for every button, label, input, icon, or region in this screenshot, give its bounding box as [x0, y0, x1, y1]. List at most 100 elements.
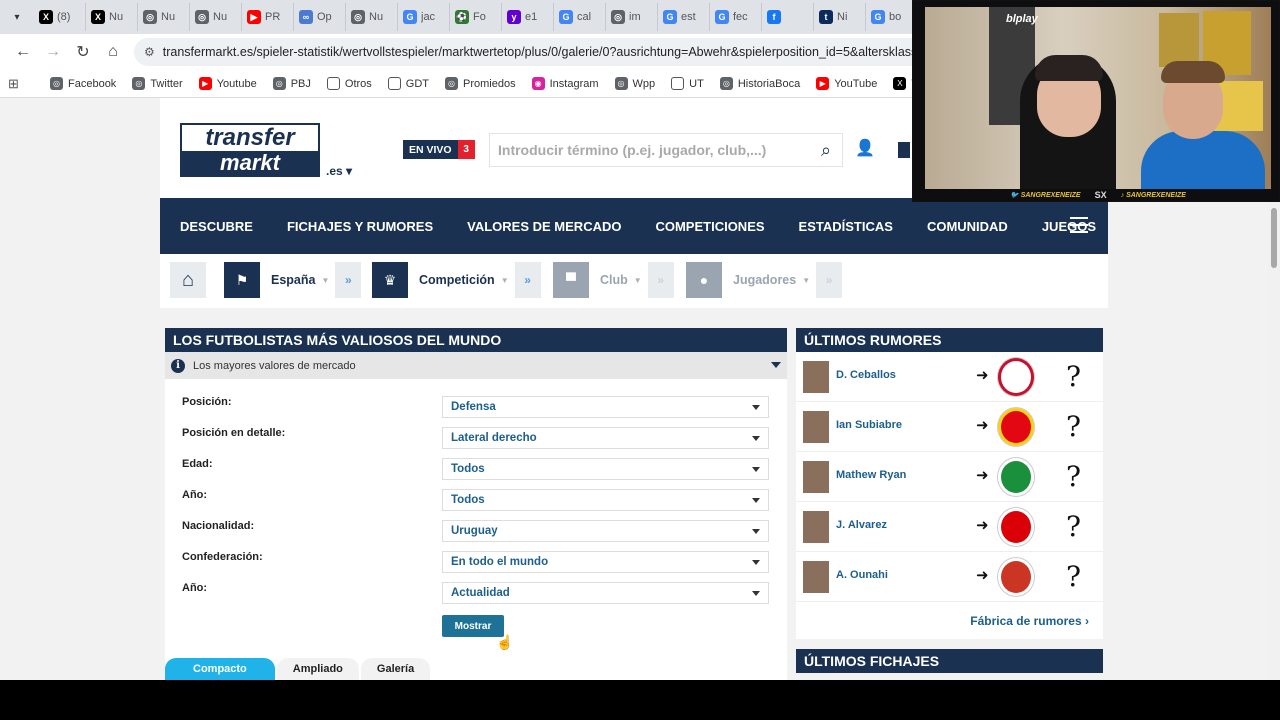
browser-tab[interactable]: Gfec [710, 3, 762, 31]
player-name-link[interactable]: J. Alvarez [836, 519, 887, 531]
collapse-caret-icon[interactable] [771, 362, 781, 368]
browser-tab[interactable]: X (8) [34, 3, 86, 31]
breadcrumb-home[interactable]: ⌂ [170, 262, 206, 298]
bookmark-item[interactable]: ◎ Wpp [609, 73, 662, 95]
bookmark-item[interactable]: ◎ Promiedos [439, 73, 522, 95]
rumor-row[interactable]: D. Ceballos ➜? [796, 352, 1103, 402]
nav-item[interactable]: DESCUBRE [180, 219, 253, 234]
filter-select[interactable]: Uruguay [442, 520, 769, 542]
browser-tab[interactable]: Gest [658, 3, 710, 31]
live-matches-badge[interactable]: EN VIVO 3 [403, 140, 475, 159]
browser-tab[interactable]: y e1 [502, 3, 554, 31]
breadcrumb-item[interactable]: ▀ Club ▼ » [553, 262, 674, 298]
bookmark-item[interactable]: ▶ Youtube [193, 73, 263, 95]
browser-tab[interactable]: f [762, 3, 814, 31]
site-settings-icon[interactable]: ⚙ [144, 45, 155, 59]
club-crest[interactable] [998, 408, 1034, 446]
filter-select[interactable]: Todos [442, 489, 769, 511]
reload-icon[interactable]: ↻ [68, 37, 98, 67]
channel-logo: SX [1094, 190, 1107, 200]
browser-tab[interactable]: t Ni [814, 3, 866, 31]
browser-tab[interactable]: ▶ PR [242, 3, 294, 31]
rumor-row[interactable]: Mathew Ryan ➜? [796, 452, 1103, 502]
breadcrumb-item[interactable]: ⚑ España ▼ » [224, 262, 362, 298]
player-name-link[interactable]: A. Ounahi [836, 569, 888, 581]
browser-tab[interactable]: ∞ Op [294, 3, 346, 31]
tab-compacto[interactable]: Compacto [165, 658, 275, 680]
club-crest[interactable] [998, 558, 1034, 596]
filter-select[interactable]: En todo el mundo [442, 551, 769, 573]
search-placeholder: Introducir término (p.ej. jugador, club,… [498, 142, 767, 158]
nav-item[interactable]: COMUNIDAD [927, 219, 1008, 234]
player-name-link[interactable]: D. Ceballos [836, 369, 896, 381]
hamburger-menu-icon[interactable] [1070, 217, 1088, 233]
browser-tab[interactable]: Gjac [398, 3, 450, 31]
nav-item[interactable]: VALORES DE MERCADO [467, 219, 621, 234]
search-icon[interactable]: ⌕ [810, 140, 842, 161]
bookmark-item[interactable]: ◎ Twitter [126, 73, 188, 95]
nav-item[interactable]: FICHAJES Y RUMORES [287, 219, 433, 234]
back-arrow-icon[interactable]: ← [8, 37, 38, 67]
browser-tab-label: fec [733, 11, 748, 23]
browser-tab[interactable]: Gcal [554, 3, 606, 31]
player-photo[interactable] [803, 461, 829, 493]
bookmark-item[interactable]: ◎ HistoriaBoca [714, 73, 806, 95]
bookmark-item[interactable]: GDT [382, 73, 435, 95]
filter-select[interactable]: Defensa [442, 396, 769, 418]
forward-arrow-icon[interactable]: → [38, 37, 68, 67]
player-name-link[interactable]: Ian Subiabre [836, 419, 902, 431]
rumor-row[interactable]: Ian Subiabre ➜? [796, 402, 1103, 452]
browser-tab[interactable]: ◎ im [606, 3, 658, 31]
club-crest[interactable] [998, 358, 1034, 396]
bookmark-item[interactable]: ◎ PBJ [267, 73, 317, 95]
scrollbar-thumb[interactable] [1271, 208, 1277, 268]
bookmark-item[interactable]: ◎ Facebook [44, 73, 122, 95]
bookmark-icon[interactable] [898, 142, 910, 158]
browser-tab[interactable]: ⚽ Fo [450, 3, 502, 31]
nav-item[interactable]: ESTADÍSTICAS [799, 219, 893, 234]
browser-tab-label: est [681, 11, 696, 23]
filter-select[interactable]: Todos [442, 458, 769, 480]
bookmark-item[interactable]: UT [665, 73, 710, 95]
home-icon[interactable]: ⌂ [98, 37, 128, 67]
panel-subheader[interactable]: i Los mayores valores de mercado [165, 352, 787, 379]
club-crest[interactable] [998, 458, 1034, 496]
browser-tab[interactable]: X Nu [86, 3, 138, 31]
tab-galeria[interactable]: Galería [360, 658, 431, 680]
nav-item[interactable]: COMPETICIONES [655, 219, 764, 234]
browser-tab[interactable]: Gbo [866, 3, 918, 31]
rumors-factory-link[interactable]: Fábrica de rumores › [970, 614, 1089, 628]
tab-search-chevron-icon[interactable]: ▾ [6, 6, 28, 28]
player-photo[interactable] [803, 361, 829, 393]
filter-select[interactable]: Actualidad [442, 582, 769, 604]
browser-tab-label: Nu [213, 11, 228, 23]
rumor-row[interactable]: A. Ounahi ➜? [796, 552, 1103, 602]
tab-ampliado[interactable]: Ampliado [276, 658, 359, 680]
search-input[interactable]: Introducir término (p.ej. jugador, club,… [489, 133, 843, 167]
transfermarkt-logo[interactable]: transfer markt [180, 123, 320, 177]
player-name-link[interactable]: Mathew Ryan [836, 469, 906, 481]
filter-select[interactable]: Lateral derecho [442, 427, 769, 449]
player-photo[interactable] [803, 511, 829, 543]
dropdown-arrow-icon [752, 498, 760, 503]
breadcrumb-item[interactable]: ● Jugadores ▼ » [686, 262, 843, 298]
show-button[interactable]: Mostrar [442, 615, 504, 637]
bookmark-item[interactable]: Otros [321, 73, 378, 95]
bookmark-item[interactable]: ◉ Instagram [526, 73, 605, 95]
rumor-row[interactable]: J. Alvarez ➜? [796, 502, 1103, 552]
player-photo[interactable] [803, 561, 829, 593]
user-search-icon[interactable]: 👤 [855, 138, 875, 158]
browser-tab[interactable]: ◎ Nu [190, 3, 242, 31]
club-crest[interactable] [998, 508, 1034, 546]
apps-grid-icon[interactable]: ⊞ [8, 76, 28, 92]
facebook-icon: f [767, 10, 781, 24]
breadcrumb-item[interactable]: ♛ Competición ▼ » [372, 262, 541, 298]
bookmark-item[interactable]: ▶ YouTube [810, 73, 883, 95]
country-selector[interactable]: .es ▾ [326, 164, 352, 178]
breadcrumb-label: Jugadores [733, 273, 797, 287]
browser-tab[interactable]: ◎ Nu [346, 3, 398, 31]
url-text[interactable]: transfermarkt.es/spieler-statistik/wertv… [163, 45, 960, 59]
browser-tab[interactable]: ◎ Nu [138, 3, 190, 31]
home-icon: ⌂ [170, 262, 206, 298]
player-photo[interactable] [803, 411, 829, 443]
